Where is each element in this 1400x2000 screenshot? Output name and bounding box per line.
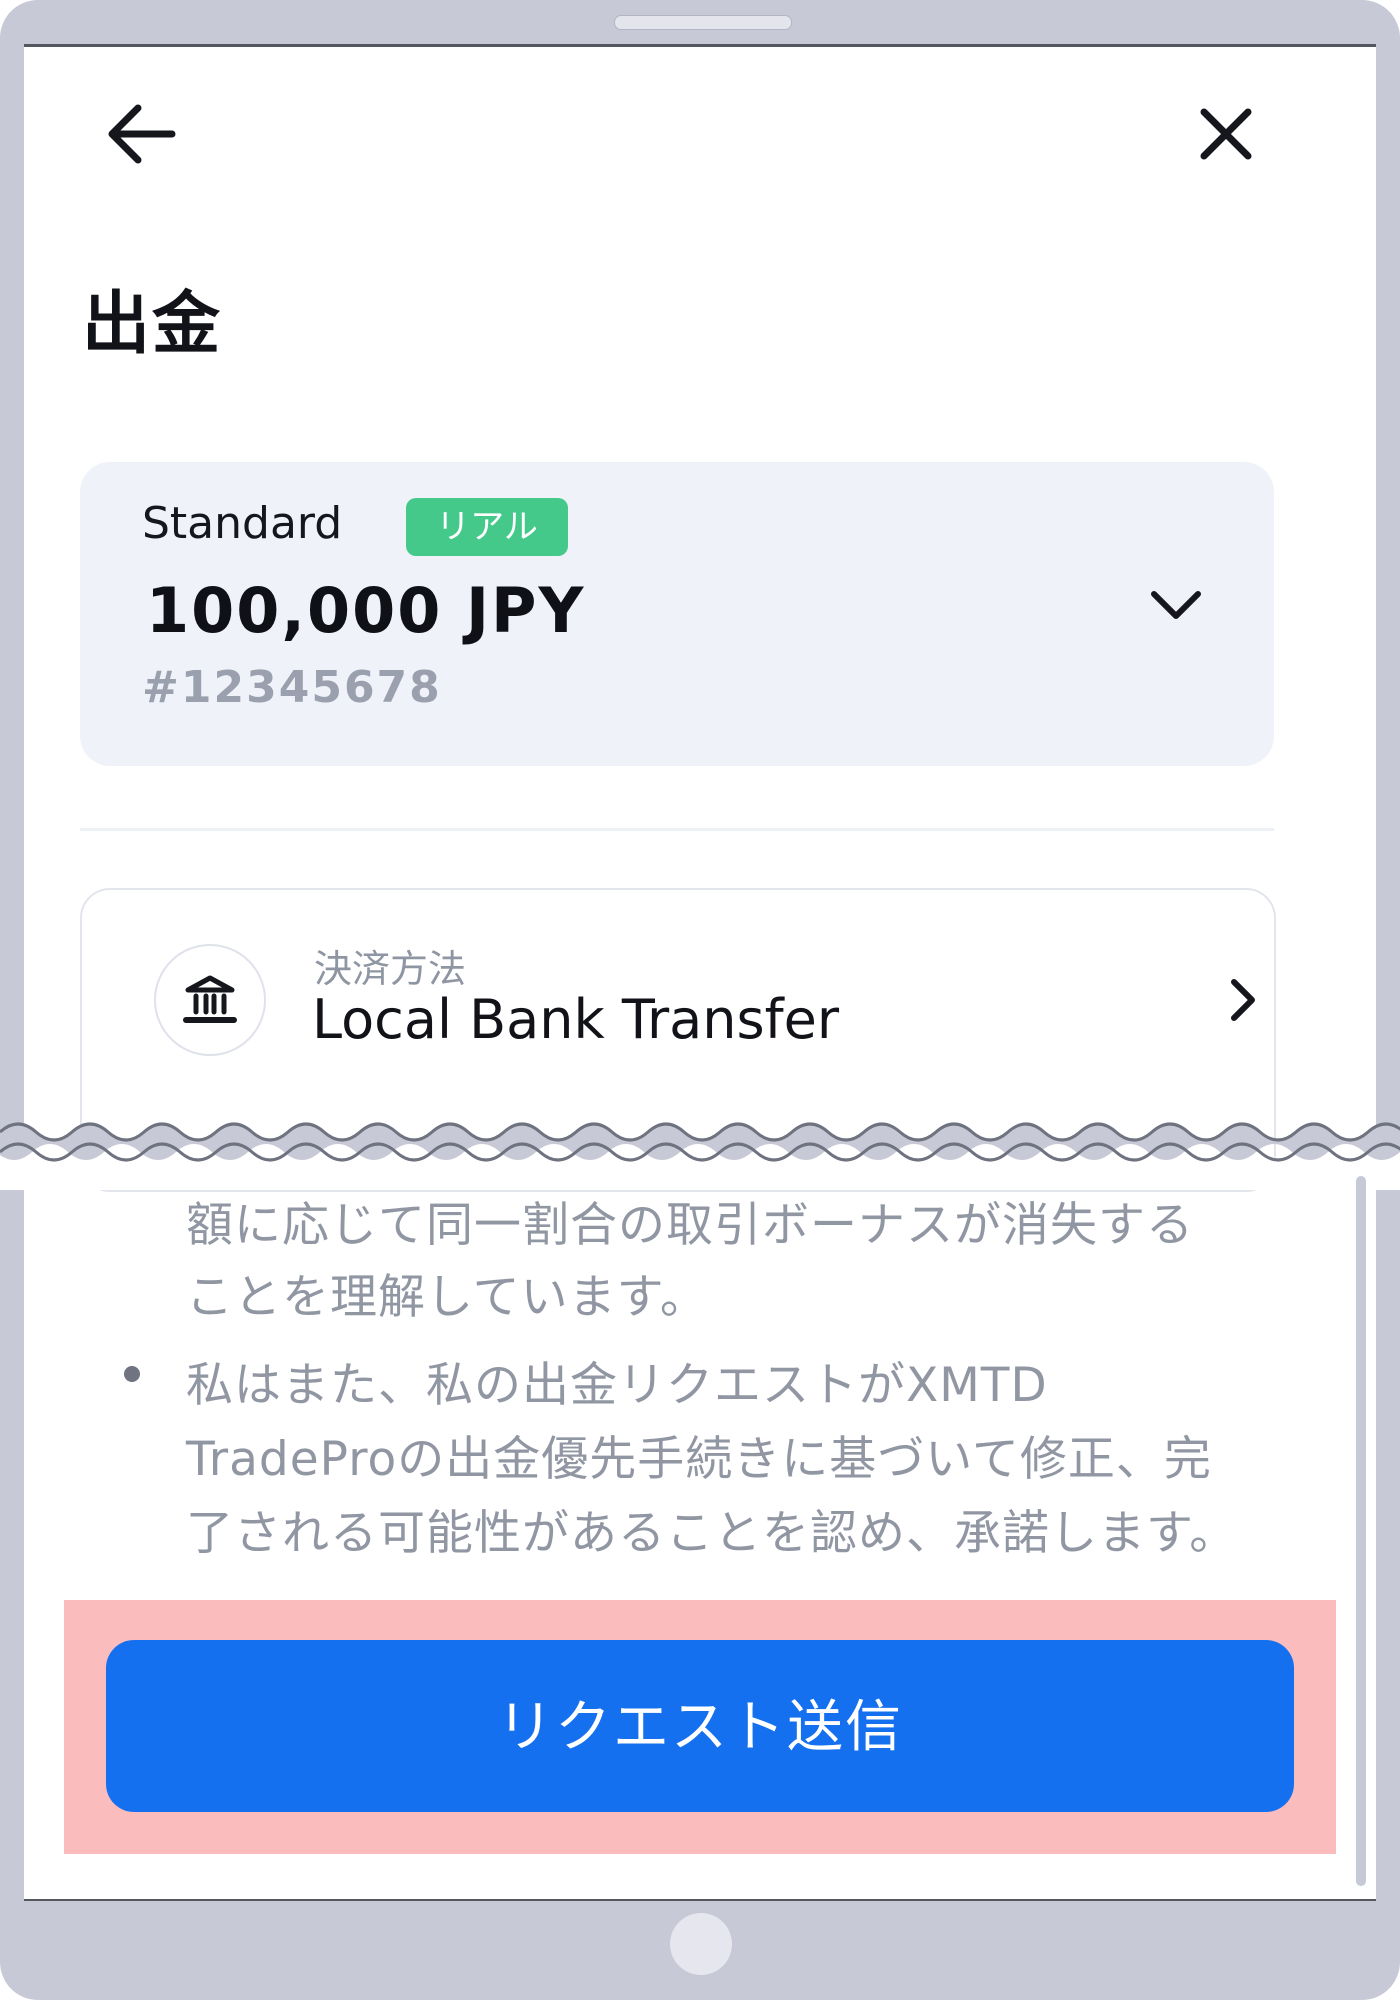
terms-line: 私はまた、私の出金リクエストがXMTD — [186, 1358, 1048, 1413]
chevron-down-icon[interactable] — [1136, 564, 1216, 644]
back-arrow-icon[interactable] — [92, 86, 188, 182]
terms-line: ことを理解しています。 — [186, 1270, 708, 1325]
close-icon[interactable] — [1178, 86, 1274, 182]
content-break-wave — [0, 1122, 1400, 1190]
account-number: #12345678 — [142, 662, 442, 713]
terms-line: 了される可能性があることを認め、承諾します。 — [186, 1506, 1238, 1561]
payment-method-label: 決済方法 — [314, 947, 467, 991]
device-speaker — [614, 15, 792, 30]
account-badge: リアル — [406, 498, 568, 556]
bank-icon-container — [154, 944, 266, 1056]
account-balance: 100,000 JPY — [146, 574, 586, 647]
submit-request-button[interactable]: リクエスト送信 — [106, 1640, 1294, 1812]
chevron-right-icon[interactable] — [1212, 970, 1272, 1030]
home-button[interactable] — [670, 1913, 732, 1975]
bank-icon — [183, 975, 237, 1023]
scrollbar[interactable] — [1356, 1176, 1366, 1886]
payment-method-value: Local Bank Transfer — [312, 988, 840, 1051]
account-selector[interactable]: Standard リアル 100,000 JPY #12345678 — [80, 462, 1274, 766]
page-title: 出金 — [82, 285, 223, 364]
account-type: Standard — [142, 498, 343, 549]
section-divider — [80, 828, 1274, 831]
terms-line: 額に応じて同一割合の取引ボーナスが消失する — [186, 1198, 1194, 1253]
terms-line: TradeProの出金優先手続きに基づいて修正、完 — [186, 1432, 1212, 1487]
bullet-point — [124, 1366, 140, 1382]
